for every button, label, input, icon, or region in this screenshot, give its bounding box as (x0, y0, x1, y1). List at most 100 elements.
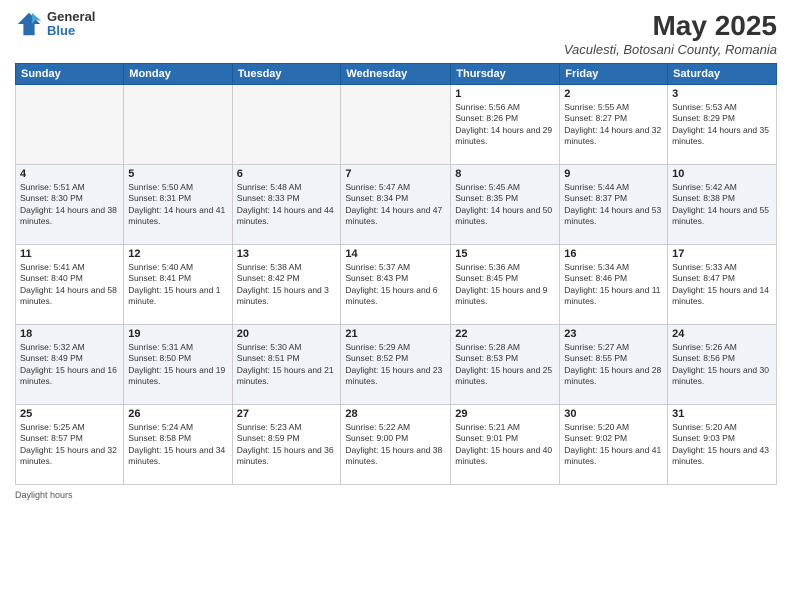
day-number: 14 (345, 248, 446, 260)
logo-general: General (47, 10, 95, 24)
day-info: Sunrise: 5:21 AM Sunset: 9:01 PM Dayligh… (455, 422, 555, 468)
day-number: 28 (345, 408, 446, 420)
calendar-cell: 4 Sunrise: 5:51 AM Sunset: 8:30 PM Daylig… (16, 165, 124, 245)
calendar-cell: 3Sunrise: 5:53 AM Sunset: 8:29 PM Daylig… (668, 85, 777, 165)
calendar-cell: 8Sunrise: 5:45 AM Sunset: 8:35 PM Daylig… (451, 165, 560, 245)
calendar-cell: 15 Sunrise: 5:36 AM Sunset: 8:45 PM Dayli… (451, 245, 560, 325)
calendar-cell: 9 Sunrise: 5:44 AM Sunset: 8:37 PM Daylig… (560, 165, 668, 245)
calendar-week-row: 4 Sunrise: 5:51 AM Sunset: 8:30 PM Daylig… (16, 165, 777, 245)
day-info: Sunrise: 5:48 AM Sunset: 8:33 PM Dayligh… (237, 182, 337, 228)
day-number: 7 (345, 168, 446, 180)
day-number: 9 (564, 168, 663, 180)
day-number: 22 (455, 328, 555, 340)
day-of-week-header: Sunday (16, 64, 124, 85)
calendar-cell: 6 Sunrise: 5:48 AM Sunset: 8:33 PM Daylig… (232, 165, 341, 245)
day-info: Sunrise: 5:20 AM Sunset: 9:03 PM Dayligh… (672, 422, 772, 468)
logo-blue: Blue (47, 24, 95, 38)
subtitle: Vaculesti, Botosani County, Romania (564, 42, 777, 57)
day-of-week-header: Wednesday (341, 64, 451, 85)
day-number: 21 (345, 328, 446, 340)
day-info: Sunrise: 5:55 AM Sunset: 8:27 PM Dayligh… (564, 102, 663, 148)
calendar-cell: 31 Sunrise: 5:20 AM Sunset: 9:03 PM Dayli… (668, 405, 777, 485)
header: General Blue May 2025 Vaculesti, Botosan… (15, 10, 777, 57)
day-number: 6 (237, 168, 337, 180)
day-number: 20 (237, 328, 337, 340)
day-number: 2 (564, 88, 663, 100)
day-number: 31 (672, 408, 772, 420)
day-of-week-header: Friday (560, 64, 668, 85)
day-of-week-header: Saturday (668, 64, 777, 85)
day-number: 10 (672, 168, 772, 180)
day-number: 1 (455, 88, 555, 100)
day-number: 12 (128, 248, 227, 260)
calendar-cell: 24Sunrise: 5:26 AM Sunset: 8:56 PM Dayli… (668, 325, 777, 405)
calendar-week-row: 18 Sunrise: 5:32 AM Sunset: 8:49 PM Dayli… (16, 325, 777, 405)
day-number: 17 (672, 248, 772, 260)
day-info: Sunrise: 5:37 AM Sunset: 8:43 PM Dayligh… (345, 262, 446, 308)
day-info: Sunrise: 5:31 AM Sunset: 8:50 PM Dayligh… (128, 342, 227, 388)
calendar-cell: 1 Sunrise: 5:56 AM Sunset: 8:26 PM Daylig… (451, 85, 560, 165)
calendar-cell: 22 Sunrise: 5:28 AM Sunset: 8:53 PM Dayli… (451, 325, 560, 405)
day-info: Sunrise: 5:38 AM Sunset: 8:42 PM Dayligh… (237, 262, 337, 308)
day-info: Sunrise: 5:20 AM Sunset: 9:02 PM Dayligh… (564, 422, 663, 468)
day-number: 19 (128, 328, 227, 340)
calendar-cell (232, 85, 341, 165)
title-area: May 2025 Vaculesti, Botosani County, Rom… (564, 10, 777, 57)
calendar-cell: 25Sunrise: 5:25 AM Sunset: 8:57 PM Dayli… (16, 405, 124, 485)
day-info: Sunrise: 5:36 AM Sunset: 8:45 PM Dayligh… (455, 262, 555, 308)
calendar-cell (124, 85, 232, 165)
calendar-cell: 12 Sunrise: 5:40 AM Sunset: 8:41 PM Dayli… (124, 245, 232, 325)
calendar-cell: 14 Sunrise: 5:37 AM Sunset: 8:43 PM Dayli… (341, 245, 451, 325)
day-info: Sunrise: 5:40 AM Sunset: 8:41 PM Dayligh… (128, 262, 227, 308)
logo-text: General Blue (47, 10, 95, 39)
day-of-week-header: Tuesday (232, 64, 341, 85)
calendar-cell: 10 Sunrise: 5:42 AM Sunset: 8:38 PM Dayli… (668, 165, 777, 245)
day-of-week-header: Thursday (451, 64, 560, 85)
calendar-cell: 11Sunrise: 5:41 AM Sunset: 8:40 PM Dayli… (16, 245, 124, 325)
calendar-cell: 17Sunrise: 5:33 AM Sunset: 8:47 PM Dayli… (668, 245, 777, 325)
day-info: Sunrise: 5:47 AM Sunset: 8:34 PM Dayligh… (345, 182, 446, 228)
day-number: 15 (455, 248, 555, 260)
day-info: Sunrise: 5:56 AM Sunset: 8:26 PM Dayligh… (455, 102, 555, 148)
day-number: 4 (20, 168, 119, 180)
day-info: Sunrise: 5:34 AM Sunset: 8:46 PM Dayligh… (564, 262, 663, 308)
day-info: Sunrise: 5:42 AM Sunset: 8:38 PM Dayligh… (672, 182, 772, 228)
day-info: Sunrise: 5:24 AM Sunset: 8:58 PM Dayligh… (128, 422, 227, 468)
calendar-cell: 28Sunrise: 5:22 AM Sunset: 9:00 PM Dayli… (341, 405, 451, 485)
calendar-cell: 7 Sunrise: 5:47 AM Sunset: 8:34 PM Daylig… (341, 165, 451, 245)
day-number: 16 (564, 248, 663, 260)
calendar-header-row: SundayMondayTuesdayWednesdayThursdayFrid… (16, 64, 777, 85)
page: General Blue May 2025 Vaculesti, Botosan… (0, 0, 792, 612)
day-info: Sunrise: 5:28 AM Sunset: 8:53 PM Dayligh… (455, 342, 555, 388)
calendar-cell: 20 Sunrise: 5:30 AM Sunset: 8:51 PM Dayli… (232, 325, 341, 405)
day-info: Sunrise: 5:51 AM Sunset: 8:30 PM Dayligh… (20, 182, 119, 228)
calendar-cell: 27Sunrise: 5:23 AM Sunset: 8:59 PM Dayli… (232, 405, 341, 485)
day-number: 30 (564, 408, 663, 420)
day-of-week-header: Monday (124, 64, 232, 85)
calendar-cell: 30 Sunrise: 5:20 AM Sunset: 9:02 PM Dayli… (560, 405, 668, 485)
day-number: 18 (20, 328, 119, 340)
day-info: Sunrise: 5:23 AM Sunset: 8:59 PM Dayligh… (237, 422, 337, 468)
day-number: 5 (128, 168, 227, 180)
day-info: Sunrise: 5:29 AM Sunset: 8:52 PM Dayligh… (345, 342, 446, 388)
day-number: 13 (237, 248, 337, 260)
footer-area: Daylight hours (15, 490, 777, 500)
day-number: 8 (455, 168, 555, 180)
footer-label: Daylight hours (15, 490, 73, 500)
day-info: Sunrise: 5:53 AM Sunset: 8:29 PM Dayligh… (672, 102, 772, 148)
calendar-cell: 26Sunrise: 5:24 AM Sunset: 8:58 PM Dayli… (124, 405, 232, 485)
day-info: Sunrise: 5:25 AM Sunset: 8:57 PM Dayligh… (20, 422, 119, 468)
calendar-week-row: 25Sunrise: 5:25 AM Sunset: 8:57 PM Dayli… (16, 405, 777, 485)
day-number: 11 (20, 248, 119, 260)
calendar-week-row: 1 Sunrise: 5:56 AM Sunset: 8:26 PM Daylig… (16, 85, 777, 165)
calendar-week-row: 11Sunrise: 5:41 AM Sunset: 8:40 PM Dayli… (16, 245, 777, 325)
calendar-cell: 13 Sunrise: 5:38 AM Sunset: 8:42 PM Dayli… (232, 245, 341, 325)
day-info: Sunrise: 5:44 AM Sunset: 8:37 PM Dayligh… (564, 182, 663, 228)
calendar-cell: 23Sunrise: 5:27 AM Sunset: 8:55 PM Dayli… (560, 325, 668, 405)
day-info: Sunrise: 5:32 AM Sunset: 8:49 PM Dayligh… (20, 342, 119, 388)
day-info: Sunrise: 5:30 AM Sunset: 8:51 PM Dayligh… (237, 342, 337, 388)
day-number: 23 (564, 328, 663, 340)
calendar-cell: 19 Sunrise: 5:31 AM Sunset: 8:50 PM Dayli… (124, 325, 232, 405)
logo-icon (15, 10, 43, 38)
calendar-cell: 2 Sunrise: 5:55 AM Sunset: 8:27 PM Daylig… (560, 85, 668, 165)
